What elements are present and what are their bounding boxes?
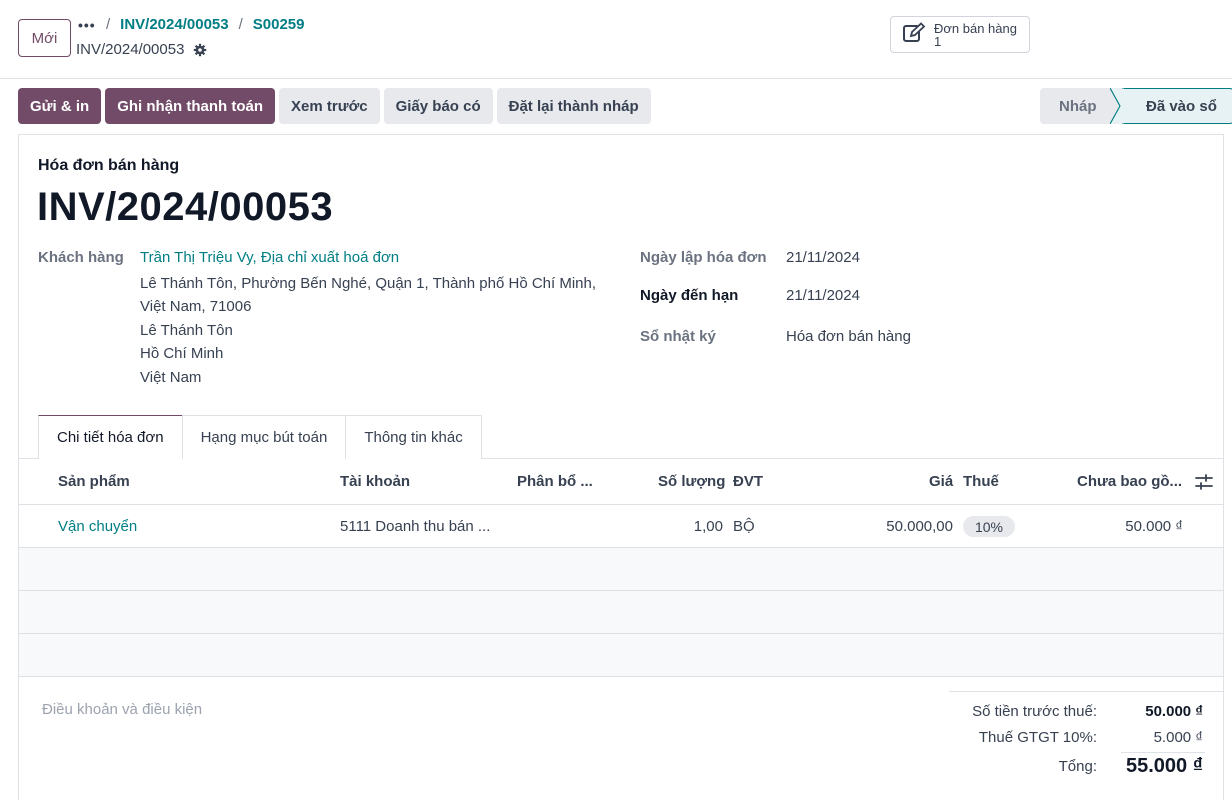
current-record-name: INV/2024/00053 [76, 41, 185, 58]
breadcrumb-invoice[interactable]: INV/2024/00053 [120, 16, 228, 33]
smart-button-count: 1 [934, 33, 942, 49]
control-panel: Mới ••• / INV/2024/00053 / S00259 INV/20… [0, 0, 1232, 79]
smart-button-label: Đơn bán hàng [934, 20, 1017, 36]
journal-field[interactable]: Hóa đơn bán hàng [786, 328, 911, 345]
line-quantity[interactable]: 1,00 [694, 518, 723, 535]
totals-divider [949, 691, 1223, 692]
column-subtotal[interactable]: Chưa bao gồ... [1077, 473, 1182, 490]
current-record: INV/2024/00053 [76, 41, 207, 58]
customer-field[interactable]: Trần Thị Triệu Vy, Địa chỉ xuất hoá đơn [140, 249, 399, 266]
more-breadcrumbs-icon[interactable]: ••• [78, 17, 96, 33]
address-line: Việt Nam, 71006 [140, 298, 252, 315]
line-price[interactable]: 50.000,00 [886, 518, 953, 535]
reset-to-draft-button[interactable]: Đặt lại thành nháp [496, 88, 651, 124]
column-price[interactable]: Giá [929, 473, 953, 490]
invoice-sheet: Hóa đơn bán hàng INV/2024/00053 Khách hà… [18, 134, 1224, 800]
invoice-number: INV/2024/00053 [37, 185, 334, 229]
address-line: Việt Nam [140, 369, 202, 386]
edit-icon [902, 21, 926, 48]
breadcrumb-separator: / [106, 16, 111, 33]
column-account[interactable]: Tài khoản [340, 473, 410, 490]
journal-label: Sổ nhật ký [640, 328, 716, 345]
total-amount: 55.000 ₫ [1126, 755, 1203, 777]
smart-button-text: Đơn bán hàng 1 [934, 22, 1017, 48]
line-tax-badge[interactable]: 10% [963, 516, 1015, 537]
status-bar: Nháp Đã vào sổ [1040, 88, 1232, 124]
action-bar: Gửi & in Ghi nhận thanh toán Xem trước G… [18, 88, 651, 124]
address-line: Hồ Chí Minh [140, 345, 224, 362]
column-uom[interactable]: ĐVT [733, 473, 763, 490]
column-tax[interactable]: Thuế [963, 473, 999, 490]
breadcrumb-separator: / [238, 16, 243, 33]
status-posted[interactable]: Đã vào sổ [1122, 88, 1232, 124]
address-line: Lê Thánh Tôn [140, 322, 233, 339]
tab-other-info[interactable]: Thông tin khác [345, 415, 482, 459]
empty-row [19, 591, 1223, 634]
new-button[interactable]: Mới [18, 19, 71, 57]
line-subtotal: 50.000 ₫ [1125, 518, 1183, 535]
gear-icon[interactable] [193, 43, 207, 57]
empty-row [19, 548, 1223, 591]
customer-label: Khách hàng [38, 249, 124, 266]
breadcrumb-sale-order[interactable]: S00259 [253, 16, 305, 33]
register-payment-button[interactable]: Ghi nhận thanh toán [105, 88, 276, 124]
line-uom[interactable]: BỘ [733, 518, 755, 535]
column-analytic[interactable]: Phân bổ ... [517, 473, 593, 490]
total-separator [1121, 752, 1205, 753]
breadcrumb: ••• / INV/2024/00053 / S00259 [78, 16, 304, 33]
document-type: Hóa đơn bán hàng [38, 157, 180, 174]
untaxed-amount: 50.000 ₫ [1145, 703, 1203, 720]
tab-invoice-lines[interactable]: Chi tiết hóa đơn [38, 415, 183, 459]
total-label: Tổng: [1058, 758, 1097, 775]
status-arrow-icon [1110, 88, 1124, 124]
vat-amount: 5.000 ₫ [1153, 729, 1203, 746]
empty-row [19, 634, 1223, 677]
invoice-date-field[interactable]: 21/11/2024 [786, 249, 860, 266]
due-date-field[interactable]: 21/11/2024 [786, 287, 860, 304]
table-row[interactable]: Vận chuyển 5111 Doanh thu bán ... 1,00 B… [19, 505, 1223, 548]
terms-conditions-field[interactable]: Điều khoản và điều kiện [42, 701, 202, 718]
untaxed-label: Số tiền trước thuế: [972, 703, 1097, 720]
sale-order-smart-button[interactable]: Đơn bán hàng 1 [890, 16, 1030, 53]
address-line: Lê Thánh Tôn, Phường Bến Nghé, Quận 1, T… [140, 275, 597, 292]
notebook-tabs: Chi tiết hóa đơn Hạng mục bút toán Thông… [38, 415, 482, 459]
column-quantity[interactable]: Số lượng [658, 473, 725, 490]
credit-note-button[interactable]: Giấy báo có [383, 88, 493, 124]
send-print-button[interactable]: Gửi & in [18, 88, 102, 124]
due-date-label: Ngày đến hạn [640, 287, 739, 304]
optional-columns-icon[interactable] [1195, 474, 1213, 494]
tab-journal-items[interactable]: Hạng mục bút toán [181, 415, 347, 459]
line-account[interactable]: 5111 Doanh thu bán ... [340, 518, 490, 535]
preview-button[interactable]: Xem trước [279, 88, 380, 124]
column-product[interactable]: Sản phẩm [58, 473, 130, 490]
line-product[interactable]: Vận chuyển [58, 518, 137, 535]
table-header: Sản phẩm Tài khoản Phân bổ ... Số lượng … [19, 459, 1223, 505]
invoice-date-label: Ngày lập hóa đơn [640, 249, 767, 266]
vat-label: Thuế GTGT 10%: [978, 729, 1097, 746]
